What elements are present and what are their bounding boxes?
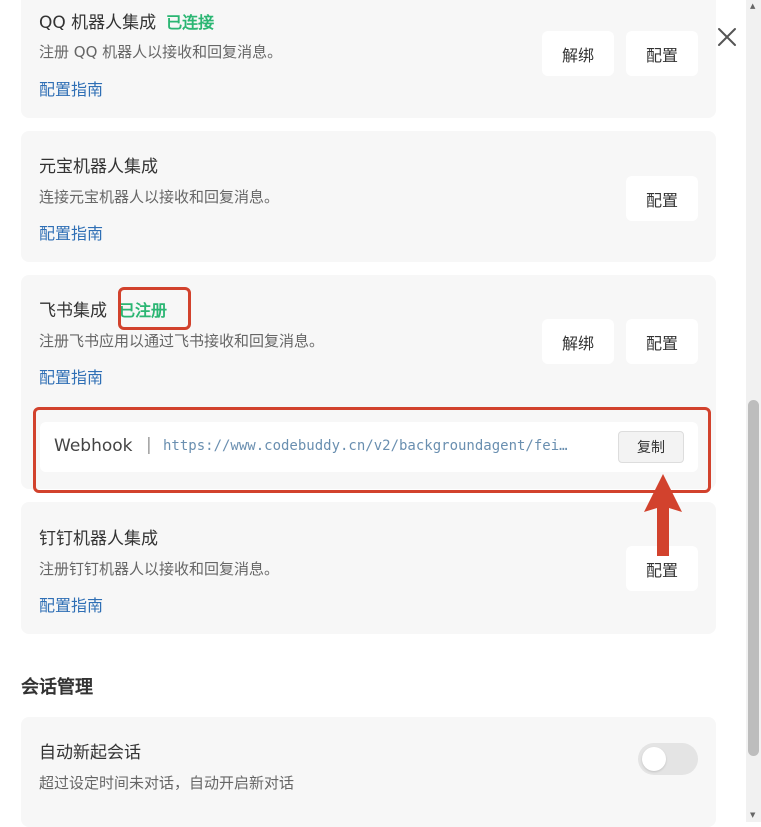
auto-new-session-description: 超过设定时间未对话，自动开启新对话	[39, 774, 295, 792]
feishu-guide-link[interactable]: 配置指南	[39, 364, 103, 388]
auto-new-session-card: 自动新起会话 超过设定时间未对话，自动开启新对话	[21, 717, 716, 827]
qq-unbind-button[interactable]: 解绑	[542, 31, 614, 76]
yuanbao-integration-card: 元宝机器人集成 连接元宝机器人以接收和回复消息。 配置指南 配置	[21, 131, 716, 262]
dingtalk-title: 钉钉机器人集成	[39, 529, 158, 549]
yuanbao-guide-link[interactable]: 配置指南	[39, 220, 103, 244]
close-icon[interactable]	[716, 26, 738, 48]
session-section-title: 会话管理	[21, 677, 93, 698]
scrollbar-thumb[interactable]	[748, 400, 759, 756]
qq-status-badge: 已连接	[166, 13, 215, 32]
feishu-description: 注册飞书应用以通过飞书接收和回复消息。	[39, 332, 325, 350]
yuanbao-configure-button[interactable]: 配置	[626, 176, 698, 221]
qq-title: QQ 机器人集成	[39, 13, 157, 33]
yuanbao-title: 元宝机器人集成	[39, 157, 158, 177]
dingtalk-description: 注册钉钉机器人以接收和回复消息。	[39, 560, 280, 578]
status-highlight-box	[118, 287, 191, 330]
scroll-down-icon[interactable]: ▼	[750, 811, 755, 819]
qq-title-row: QQ 机器人集成 已连接	[39, 8, 214, 33]
qq-configure-button[interactable]: 配置	[626, 31, 698, 76]
auto-new-session-title: 自动新起会话	[39, 743, 141, 763]
dingtalk-integration-card: 钉钉机器人集成 注册钉钉机器人以接收和回复消息。 配置指南 配置	[21, 502, 716, 634]
qq-guide-link[interactable]: 配置指南	[39, 76, 103, 100]
auto-new-session-toggle[interactable]	[638, 743, 698, 775]
toggle-knob	[642, 747, 666, 771]
webhook-highlight-box	[33, 407, 711, 493]
scroll-up-icon[interactable]: ▲	[750, 2, 755, 10]
dingtalk-guide-link[interactable]: 配置指南	[39, 592, 103, 616]
feishu-configure-button[interactable]: 配置	[626, 319, 698, 364]
arrow-up-icon	[644, 474, 682, 556]
feishu-unbind-button[interactable]: 解绑	[542, 319, 614, 364]
feishu-title: 飞书集成	[39, 301, 107, 321]
qq-integration-card: QQ 机器人集成 已连接 注册 QQ 机器人以接收和回复消息。 配置指南 解绑 配…	[21, 0, 716, 118]
qq-description: 注册 QQ 机器人以接收和回复消息。	[39, 43, 283, 61]
yuanbao-description: 连接元宝机器人以接收和回复消息。	[39, 188, 280, 206]
